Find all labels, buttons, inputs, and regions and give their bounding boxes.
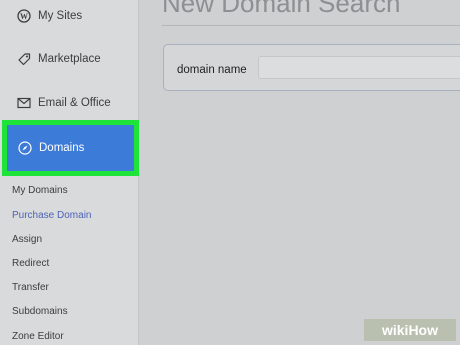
sidebar-item-label: Email & Office <box>38 97 111 109</box>
tag-icon <box>16 52 31 67</box>
sidebar-item-marketplace[interactable]: Marketplace <box>0 37 139 81</box>
sidebar-item-label: Domains <box>39 142 85 154</box>
envelope-icon <box>16 96 31 111</box>
sidebar-item-domains[interactable]: Domains <box>2 120 139 176</box>
subitem-subdomains[interactable]: Subdomains <box>12 306 68 317</box>
domain-name-label: domain name <box>177 64 247 76</box>
subitem-zone-editor[interactable]: Zone Editor <box>12 331 64 342</box>
domain-name-input[interactable] <box>258 56 460 79</box>
subitem-redirect[interactable]: Redirect <box>12 258 49 269</box>
subitem-transfer[interactable]: Transfer <box>12 282 49 293</box>
subitem-assign[interactable]: Assign <box>12 234 42 245</box>
sidebar: W My Sites Marketplace Email & Office Do… <box>0 0 139 345</box>
title-divider <box>162 25 460 26</box>
page-title: New Domain Search <box>162 0 401 18</box>
subitem-purchase-domain[interactable]: Purchase Domain <box>12 210 91 221</box>
svg-text:W: W <box>20 12 28 21</box>
wikihow-watermark: wikiHow <box>364 319 456 341</box>
sidebar-item-label: Marketplace <box>38 53 101 65</box>
sidebar-item-my-sites[interactable]: W My Sites <box>0 0 139 38</box>
sidebar-item-email-office[interactable]: Email & Office <box>0 81 139 125</box>
subitem-my-domains[interactable]: My Domains <box>12 185 68 196</box>
sidebar-item-label: My Sites <box>38 10 83 22</box>
domain-search-card: domain name <box>163 44 460 91</box>
compass-icon <box>17 141 32 156</box>
wordpress-icon: W <box>16 9 31 24</box>
